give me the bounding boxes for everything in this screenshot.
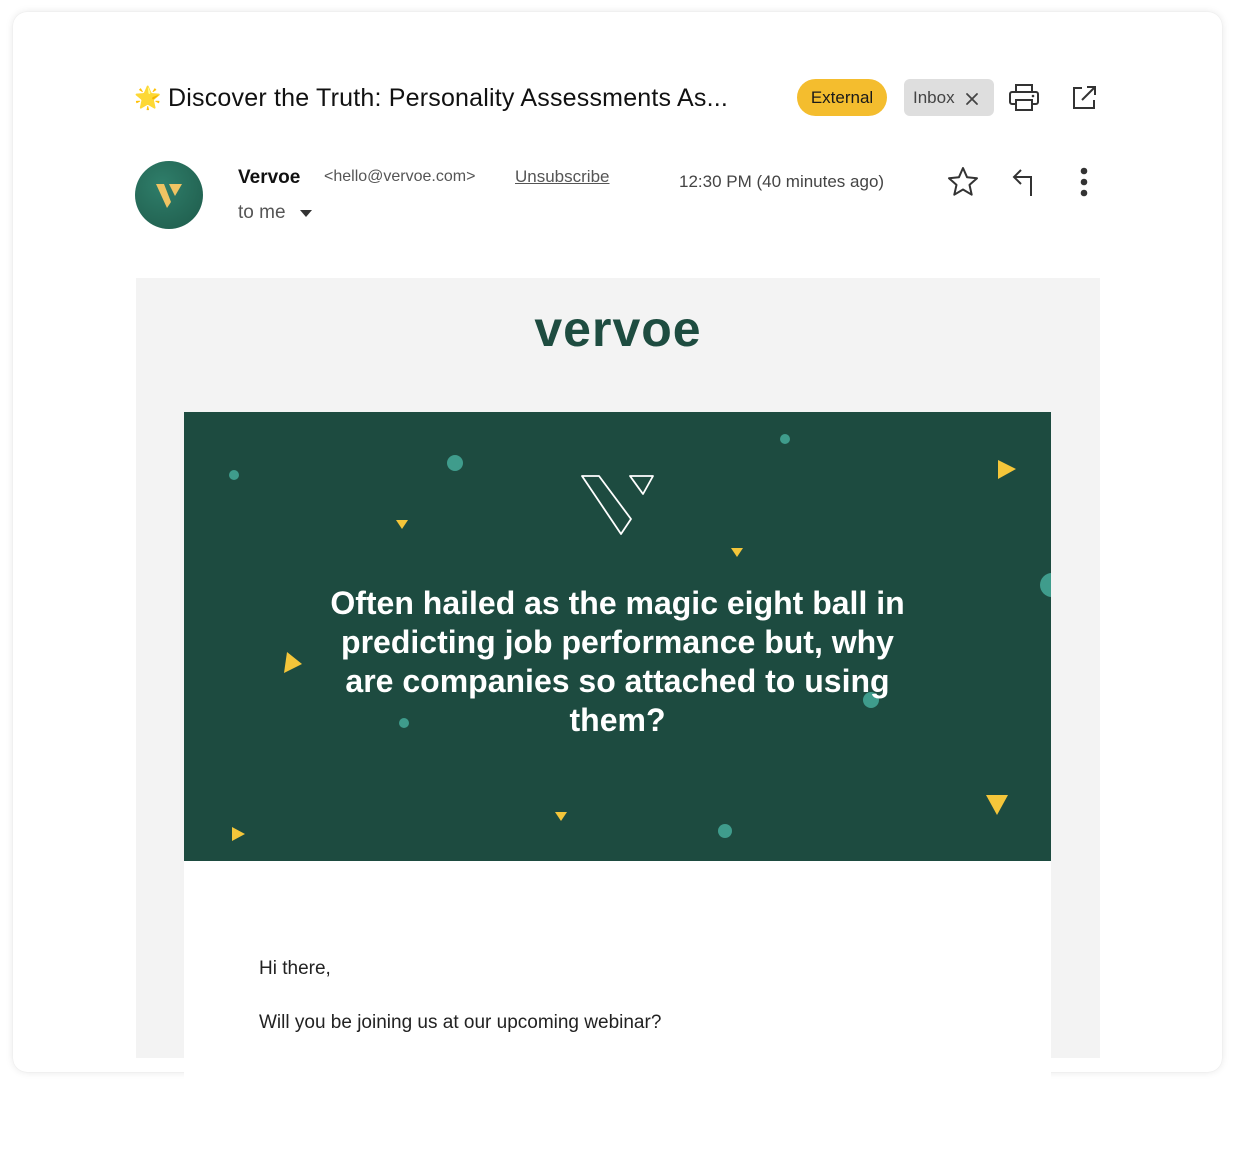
vervoe-logo-icon <box>156 184 182 208</box>
print-icon <box>1009 84 1039 111</box>
print-button[interactable] <box>1005 80 1043 116</box>
sender-name: Vervoe <box>238 167 301 188</box>
recipient-details-toggle[interactable]: to me <box>238 202 312 224</box>
decor-dot <box>718 824 732 838</box>
decor-triangle <box>986 795 1008 815</box>
reply-button[interactable] <box>1006 163 1042 201</box>
decor-triangle <box>232 827 245 841</box>
remove-label-icon[interactable] <box>965 91 979 105</box>
recipient-label: to me <box>238 202 286 223</box>
unsubscribe-link[interactable]: Unsubscribe <box>515 167 610 187</box>
decor-dot <box>447 455 463 471</box>
vervoe-v-outline-icon <box>581 475 654 535</box>
email-timestamp: 12:30 PM (40 minutes ago) <box>679 172 885 191</box>
star-emoji-icon: 🌟 <box>134 85 162 110</box>
inbox-label[interactable]: Inbox <box>904 79 994 116</box>
more-options-button[interactable] <box>1070 163 1098 201</box>
email-subject: Discover the Truth: Personality Assessme… <box>168 83 729 112</box>
open-in-new-window-icon <box>1073 86 1096 109</box>
reply-icon <box>1012 169 1032 196</box>
hero-headline: Often hailed as the magic eight ball in … <box>330 585 905 738</box>
decor-triangle <box>284 652 302 673</box>
decor-triangle <box>555 812 567 821</box>
inbox-label-text: Inbox <box>913 87 955 107</box>
decor-dot <box>229 470 239 480</box>
sender-avatar[interactable] <box>135 161 203 229</box>
sender-email: <hello@vervoe.com> <box>324 168 476 185</box>
star-icon <box>948 167 978 196</box>
vervoe-wordmark: vervoe <box>534 301 702 357</box>
external-label: External <box>797 79 887 116</box>
decor-triangle <box>731 548 743 557</box>
more-vert-icon <box>1080 167 1088 197</box>
decor-triangle <box>396 520 408 529</box>
decor-triangle <box>998 460 1016 479</box>
greeting-text: Hi there, <box>259 958 331 979</box>
decor-dot <box>780 434 790 444</box>
email-content-card: Hi there, Will you be joining us at our … <box>184 861 1051 1161</box>
star-button[interactable] <box>944 163 982 201</box>
body-paragraph: Will you be joining us at our upcoming w… <box>259 1012 662 1033</box>
hero-banner: Often hailed as the magic eight ball in … <box>184 412 1051 861</box>
chevron-down-icon <box>299 209 312 217</box>
subject-row: 🌟 Discover the Truth: Personality Assess… <box>134 77 782 119</box>
open-in-new-window-button[interactable] <box>1066 80 1102 116</box>
decor-dot <box>1040 573 1051 597</box>
email-body: vervoe Often hailed as the magic eight b… <box>136 278 1100 1161</box>
